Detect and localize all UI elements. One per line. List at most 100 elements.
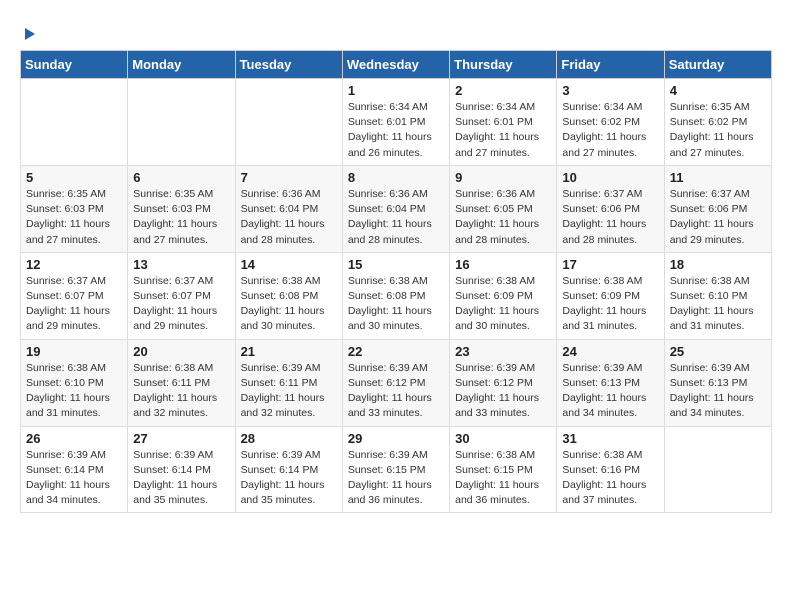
day-number: 22 (348, 344, 444, 359)
day-info: Sunrise: 6:37 AM Sunset: 6:07 PM Dayligh… (26, 274, 122, 335)
day-number: 7 (241, 170, 337, 185)
day-info: Sunrise: 6:34 AM Sunset: 6:01 PM Dayligh… (348, 100, 444, 161)
calendar-cell: 18 Sunrise: 6:38 AM Sunset: 6:10 PM Dayli… (664, 252, 771, 339)
day-info: Sunrise: 6:36 AM Sunset: 6:04 PM Dayligh… (241, 187, 337, 248)
day-info: Sunrise: 6:37 AM Sunset: 6:07 PM Dayligh… (133, 274, 229, 335)
calendar-cell (128, 79, 235, 166)
day-number: 6 (133, 170, 229, 185)
day-info: Sunrise: 6:37 AM Sunset: 6:06 PM Dayligh… (562, 187, 658, 248)
day-info: Sunrise: 6:38 AM Sunset: 6:16 PM Dayligh… (562, 448, 658, 509)
calendar-cell: 9 Sunrise: 6:36 AM Sunset: 6:05 PM Daylig… (450, 165, 557, 252)
calendar-week-row: 12 Sunrise: 6:37 AM Sunset: 6:07 PM Dayli… (21, 252, 772, 339)
day-number: 15 (348, 257, 444, 272)
day-number: 13 (133, 257, 229, 272)
calendar-cell: 14 Sunrise: 6:38 AM Sunset: 6:08 PM Dayli… (235, 252, 342, 339)
weekday-header-row: SundayMondayTuesdayWednesdayThursdayFrid… (21, 51, 772, 79)
day-number: 11 (670, 170, 766, 185)
day-info: Sunrise: 6:39 AM Sunset: 6:14 PM Dayligh… (26, 448, 122, 509)
calendar-cell: 7 Sunrise: 6:36 AM Sunset: 6:04 PM Daylig… (235, 165, 342, 252)
day-info: Sunrise: 6:39 AM Sunset: 6:13 PM Dayligh… (670, 361, 766, 422)
day-info: Sunrise: 6:39 AM Sunset: 6:13 PM Dayligh… (562, 361, 658, 422)
calendar-cell: 22 Sunrise: 6:39 AM Sunset: 6:12 PM Dayli… (342, 339, 449, 426)
calendar-cell: 20Sunrise: 6:38 AM Sunset: 6:11 PM Dayli… (128, 339, 235, 426)
day-number: 9 (455, 170, 551, 185)
day-number: 2 (455, 83, 551, 98)
weekday-header-sunday: Sunday (21, 51, 128, 79)
day-number: 31 (562, 431, 658, 446)
calendar-cell: 31 Sunrise: 6:38 AM Sunset: 6:16 PM Dayli… (557, 426, 664, 513)
day-info: Sunrise: 6:34 AM Sunset: 6:02 PM Dayligh… (562, 100, 658, 161)
calendar-cell: 4 Sunrise: 6:35 AM Sunset: 6:02 PM Daylig… (664, 79, 771, 166)
day-info: Sunrise: 6:39 AM Sunset: 6:12 PM Dayligh… (348, 361, 444, 422)
day-number: 3 (562, 83, 658, 98)
calendar-cell: 3 Sunrise: 6:34 AM Sunset: 6:02 PM Daylig… (557, 79, 664, 166)
calendar-cell: 29 Sunrise: 6:39 AM Sunset: 6:15 PM Dayli… (342, 426, 449, 513)
day-number: 29 (348, 431, 444, 446)
day-info: Sunrise: 6:37 AM Sunset: 6:06 PM Dayligh… (670, 187, 766, 248)
day-number: 27 (133, 431, 229, 446)
calendar-week-row: 1 Sunrise: 6:34 AM Sunset: 6:01 PM Daylig… (21, 79, 772, 166)
calendar-cell: 28 Sunrise: 6:39 AM Sunset: 6:14 PM Dayli… (235, 426, 342, 513)
day-info: Sunrise: 6:38 AM Sunset: 6:10 PM Dayligh… (670, 274, 766, 335)
weekday-header-friday: Friday (557, 51, 664, 79)
calendar-cell: 1 Sunrise: 6:34 AM Sunset: 6:01 PM Daylig… (342, 79, 449, 166)
day-info: Sunrise: 6:35 AM Sunset: 6:02 PM Dayligh… (670, 100, 766, 161)
day-number: 5 (26, 170, 122, 185)
calendar-cell: 6 Sunrise: 6:35 AM Sunset: 6:03 PM Daylig… (128, 165, 235, 252)
calendar-cell (235, 79, 342, 166)
day-info: Sunrise: 6:38 AM Sunset: 6:08 PM Dayligh… (241, 274, 337, 335)
day-info: Sunrise: 6:36 AM Sunset: 6:04 PM Dayligh… (348, 187, 444, 248)
calendar-cell: 16 Sunrise: 6:38 AM Sunset: 6:09 PM Dayli… (450, 252, 557, 339)
day-number: 4 (670, 83, 766, 98)
calendar-cell: 5 Sunrise: 6:35 AM Sunset: 6:03 PM Daylig… (21, 165, 128, 252)
calendar-table: SundayMondayTuesdayWednesdayThursdayFrid… (20, 50, 772, 513)
day-number: 21 (241, 344, 337, 359)
day-number: 14 (241, 257, 337, 272)
day-number: 19 (26, 344, 122, 359)
calendar-cell: 12 Sunrise: 6:37 AM Sunset: 6:07 PM Dayli… (21, 252, 128, 339)
day-number: 1 (348, 83, 444, 98)
calendar-cell (664, 426, 771, 513)
day-info: Sunrise: 6:38 AM Sunset: 6:15 PM Dayligh… (455, 448, 551, 509)
day-number: 30 (455, 431, 551, 446)
calendar-week-row: 19 Sunrise: 6:38 AM Sunset: 6:10 PM Dayli… (21, 339, 772, 426)
calendar-cell: 11 Sunrise: 6:37 AM Sunset: 6:06 PM Dayli… (664, 165, 771, 252)
weekday-header-thursday: Thursday (450, 51, 557, 79)
calendar-cell: 13 Sunrise: 6:37 AM Sunset: 6:07 PM Dayli… (128, 252, 235, 339)
calendar-cell: 8Sunrise: 6:36 AM Sunset: 6:04 PM Daylig… (342, 165, 449, 252)
calendar-cell: 24 Sunrise: 6:39 AM Sunset: 6:13 PM Dayli… (557, 339, 664, 426)
day-info: Sunrise: 6:39 AM Sunset: 6:15 PM Dayligh… (348, 448, 444, 509)
day-number: 12 (26, 257, 122, 272)
weekday-header-wednesday: Wednesday (342, 51, 449, 79)
header-row (20, 20, 772, 42)
weekday-header-monday: Monday (128, 51, 235, 79)
calendar-cell: 30 Sunrise: 6:38 AM Sunset: 6:15 PM Dayli… (450, 426, 557, 513)
day-number: 18 (670, 257, 766, 272)
day-number: 16 (455, 257, 551, 272)
calendar-cell: 10Sunrise: 6:37 AM Sunset: 6:06 PM Dayli… (557, 165, 664, 252)
calendar-cell (21, 79, 128, 166)
logo (20, 20, 39, 42)
weekday-header-saturday: Saturday (664, 51, 771, 79)
calendar-cell: 2 Sunrise: 6:34 AM Sunset: 6:01 PM Daylig… (450, 79, 557, 166)
calendar-cell: 19 Sunrise: 6:38 AM Sunset: 6:10 PM Dayli… (21, 339, 128, 426)
calendar-cell: 27 Sunrise: 6:39 AM Sunset: 6:14 PM Dayli… (128, 426, 235, 513)
day-number: 20 (133, 344, 229, 359)
day-number: 26 (26, 431, 122, 446)
day-info: Sunrise: 6:36 AM Sunset: 6:05 PM Dayligh… (455, 187, 551, 248)
day-info: Sunrise: 6:35 AM Sunset: 6:03 PM Dayligh… (133, 187, 229, 248)
day-info: Sunrise: 6:39 AM Sunset: 6:14 PM Dayligh… (133, 448, 229, 509)
day-number: 24 (562, 344, 658, 359)
day-info: Sunrise: 6:35 AM Sunset: 6:03 PM Dayligh… (26, 187, 122, 248)
day-info: Sunrise: 6:38 AM Sunset: 6:09 PM Dayligh… (455, 274, 551, 335)
day-number: 25 (670, 344, 766, 359)
day-info: Sunrise: 6:38 AM Sunset: 6:10 PM Dayligh… (26, 361, 122, 422)
day-info: Sunrise: 6:39 AM Sunset: 6:11 PM Dayligh… (241, 361, 337, 422)
calendar-week-row: 5 Sunrise: 6:35 AM Sunset: 6:03 PM Daylig… (21, 165, 772, 252)
day-info: Sunrise: 6:39 AM Sunset: 6:12 PM Dayligh… (455, 361, 551, 422)
day-info: Sunrise: 6:34 AM Sunset: 6:01 PM Dayligh… (455, 100, 551, 161)
day-number: 28 (241, 431, 337, 446)
calendar-cell: 17Sunrise: 6:38 AM Sunset: 6:09 PM Dayli… (557, 252, 664, 339)
day-info: Sunrise: 6:39 AM Sunset: 6:14 PM Dayligh… (241, 448, 337, 509)
logo-arrow-icon (21, 26, 39, 42)
